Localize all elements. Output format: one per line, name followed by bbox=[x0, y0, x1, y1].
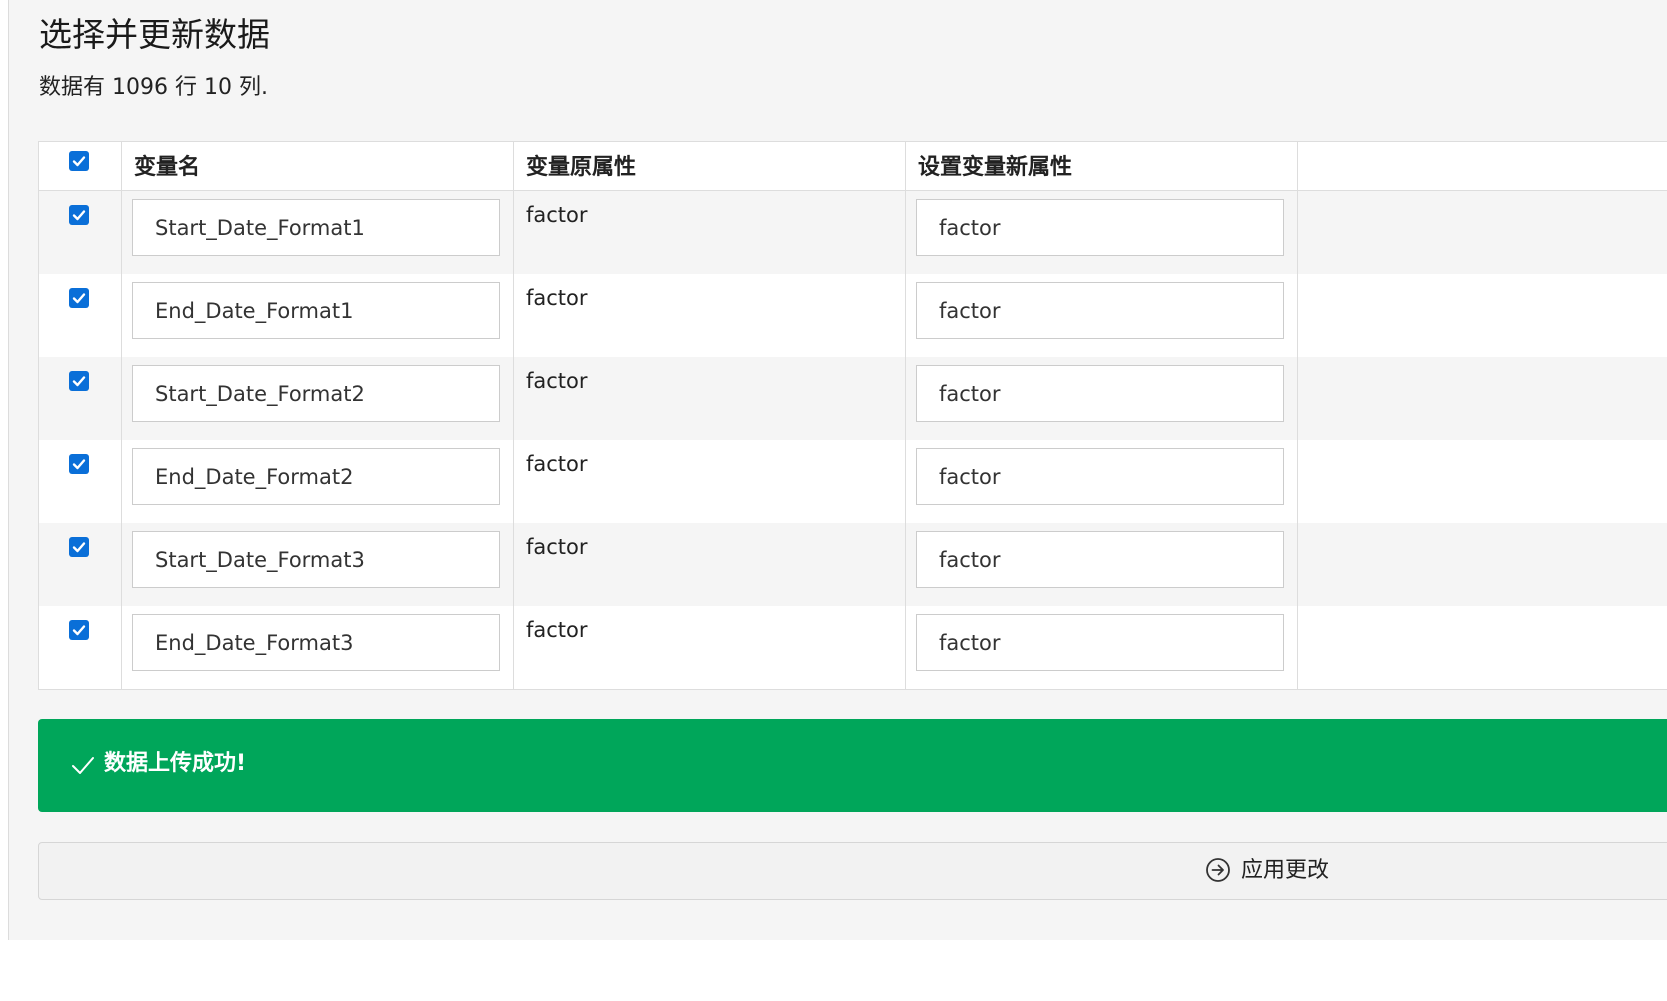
check-icon bbox=[72, 210, 86, 221]
apply-changes-label: 应用更改 bbox=[1241, 858, 1330, 883]
table-row: factor bbox=[39, 191, 1667, 274]
column-header-new: 设置变量新属性 bbox=[918, 155, 1073, 180]
table-row: factor bbox=[39, 274, 1667, 357]
table-row: factor bbox=[39, 606, 1667, 689]
original-type: factor bbox=[526, 618, 588, 642]
column-header-name: 变量名 bbox=[134, 155, 201, 180]
header-original-cell: 变量原属性 bbox=[514, 142, 906, 190]
row-check-cell bbox=[39, 523, 122, 606]
variable-name-input[interactable] bbox=[132, 282, 500, 339]
header-check-cell bbox=[39, 142, 122, 190]
row-checkbox[interactable] bbox=[69, 371, 89, 391]
data-summary: 数据有 1096 行 10 列. bbox=[39, 75, 268, 100]
row-check-cell bbox=[39, 191, 122, 274]
row-empty-cell bbox=[1298, 191, 1667, 274]
row-empty-cell bbox=[1298, 440, 1667, 523]
variable-name-input[interactable] bbox=[132, 614, 500, 671]
column-header-original: 变量原属性 bbox=[526, 155, 637, 180]
row-original-cell: factor bbox=[514, 357, 906, 440]
row-check-cell bbox=[39, 606, 122, 689]
row-checkbox[interactable] bbox=[69, 288, 89, 308]
main-panel: 选择并更新数据 数据有 1096 行 10 列. 变量名 变量原属性 设置变量新… bbox=[8, 0, 1667, 940]
original-type: factor bbox=[526, 369, 588, 393]
variable-table: 变量名 变量原属性 设置变量新属性 factor bbox=[38, 141, 1667, 690]
new-type-input[interactable] bbox=[916, 365, 1284, 422]
row-checkbox[interactable] bbox=[69, 620, 89, 640]
row-name-cell bbox=[122, 191, 514, 274]
success-alert: 数据上传成功! bbox=[38, 719, 1667, 812]
table-header: 变量名 变量原属性 设置变量新属性 bbox=[39, 142, 1667, 191]
new-type-input[interactable] bbox=[916, 448, 1284, 505]
row-name-cell bbox=[122, 606, 514, 689]
header-empty-cell bbox=[1298, 142, 1667, 190]
row-name-cell bbox=[122, 440, 514, 523]
row-original-cell: factor bbox=[514, 191, 906, 274]
row-name-cell bbox=[122, 274, 514, 357]
row-new-cell bbox=[906, 523, 1298, 606]
row-original-cell: factor bbox=[514, 606, 906, 689]
original-type: factor bbox=[526, 452, 588, 476]
variable-name-input[interactable] bbox=[132, 448, 500, 505]
select-all-checkbox[interactable] bbox=[69, 151, 89, 171]
row-original-cell: factor bbox=[514, 523, 906, 606]
new-type-input[interactable] bbox=[916, 199, 1284, 256]
row-check-cell bbox=[39, 274, 122, 357]
original-type: factor bbox=[526, 203, 588, 227]
row-original-cell: factor bbox=[514, 274, 906, 357]
row-new-cell bbox=[906, 274, 1298, 357]
checkmark-icon bbox=[72, 757, 94, 774]
row-name-cell bbox=[122, 523, 514, 606]
header-name-cell: 变量名 bbox=[122, 142, 514, 190]
row-new-cell bbox=[906, 191, 1298, 274]
variable-name-input[interactable] bbox=[132, 365, 500, 422]
header-new-cell: 设置变量新属性 bbox=[906, 142, 1298, 190]
check-icon bbox=[72, 156, 86, 167]
row-empty-cell bbox=[1298, 606, 1667, 689]
row-original-cell: factor bbox=[514, 440, 906, 523]
page-footer-space bbox=[0, 940, 1667, 1001]
row-check-cell bbox=[39, 440, 122, 523]
page-title: 选择并更新数据 bbox=[39, 15, 270, 54]
new-type-input[interactable] bbox=[916, 614, 1284, 671]
new-type-input[interactable] bbox=[916, 282, 1284, 339]
table-row: factor bbox=[39, 357, 1667, 440]
row-checkbox[interactable] bbox=[69, 537, 89, 557]
row-empty-cell bbox=[1298, 523, 1667, 606]
table-row: factor bbox=[39, 440, 1667, 523]
row-check-cell bbox=[39, 357, 122, 440]
check-icon bbox=[72, 459, 86, 470]
row-empty-cell bbox=[1298, 357, 1667, 440]
row-checkbox[interactable] bbox=[69, 454, 89, 474]
row-new-cell bbox=[906, 606, 1298, 689]
row-new-cell bbox=[906, 357, 1298, 440]
row-checkbox[interactable] bbox=[69, 205, 89, 225]
row-empty-cell bbox=[1298, 274, 1667, 357]
apply-changes-button[interactable]: 应用更改 bbox=[38, 842, 1667, 900]
new-type-input[interactable] bbox=[916, 531, 1284, 588]
variable-name-input[interactable] bbox=[132, 199, 500, 256]
alert-message: 数据上传成功! bbox=[104, 751, 247, 776]
check-icon bbox=[72, 293, 86, 304]
original-type: factor bbox=[526, 286, 588, 310]
row-name-cell bbox=[122, 357, 514, 440]
circle-arrow-right-icon bbox=[1206, 858, 1230, 882]
check-icon bbox=[72, 376, 86, 387]
variable-name-input[interactable] bbox=[132, 531, 500, 588]
table-row: factor bbox=[39, 523, 1667, 606]
check-icon bbox=[72, 625, 86, 636]
row-new-cell bbox=[906, 440, 1298, 523]
check-icon bbox=[72, 542, 86, 553]
original-type: factor bbox=[526, 535, 588, 559]
